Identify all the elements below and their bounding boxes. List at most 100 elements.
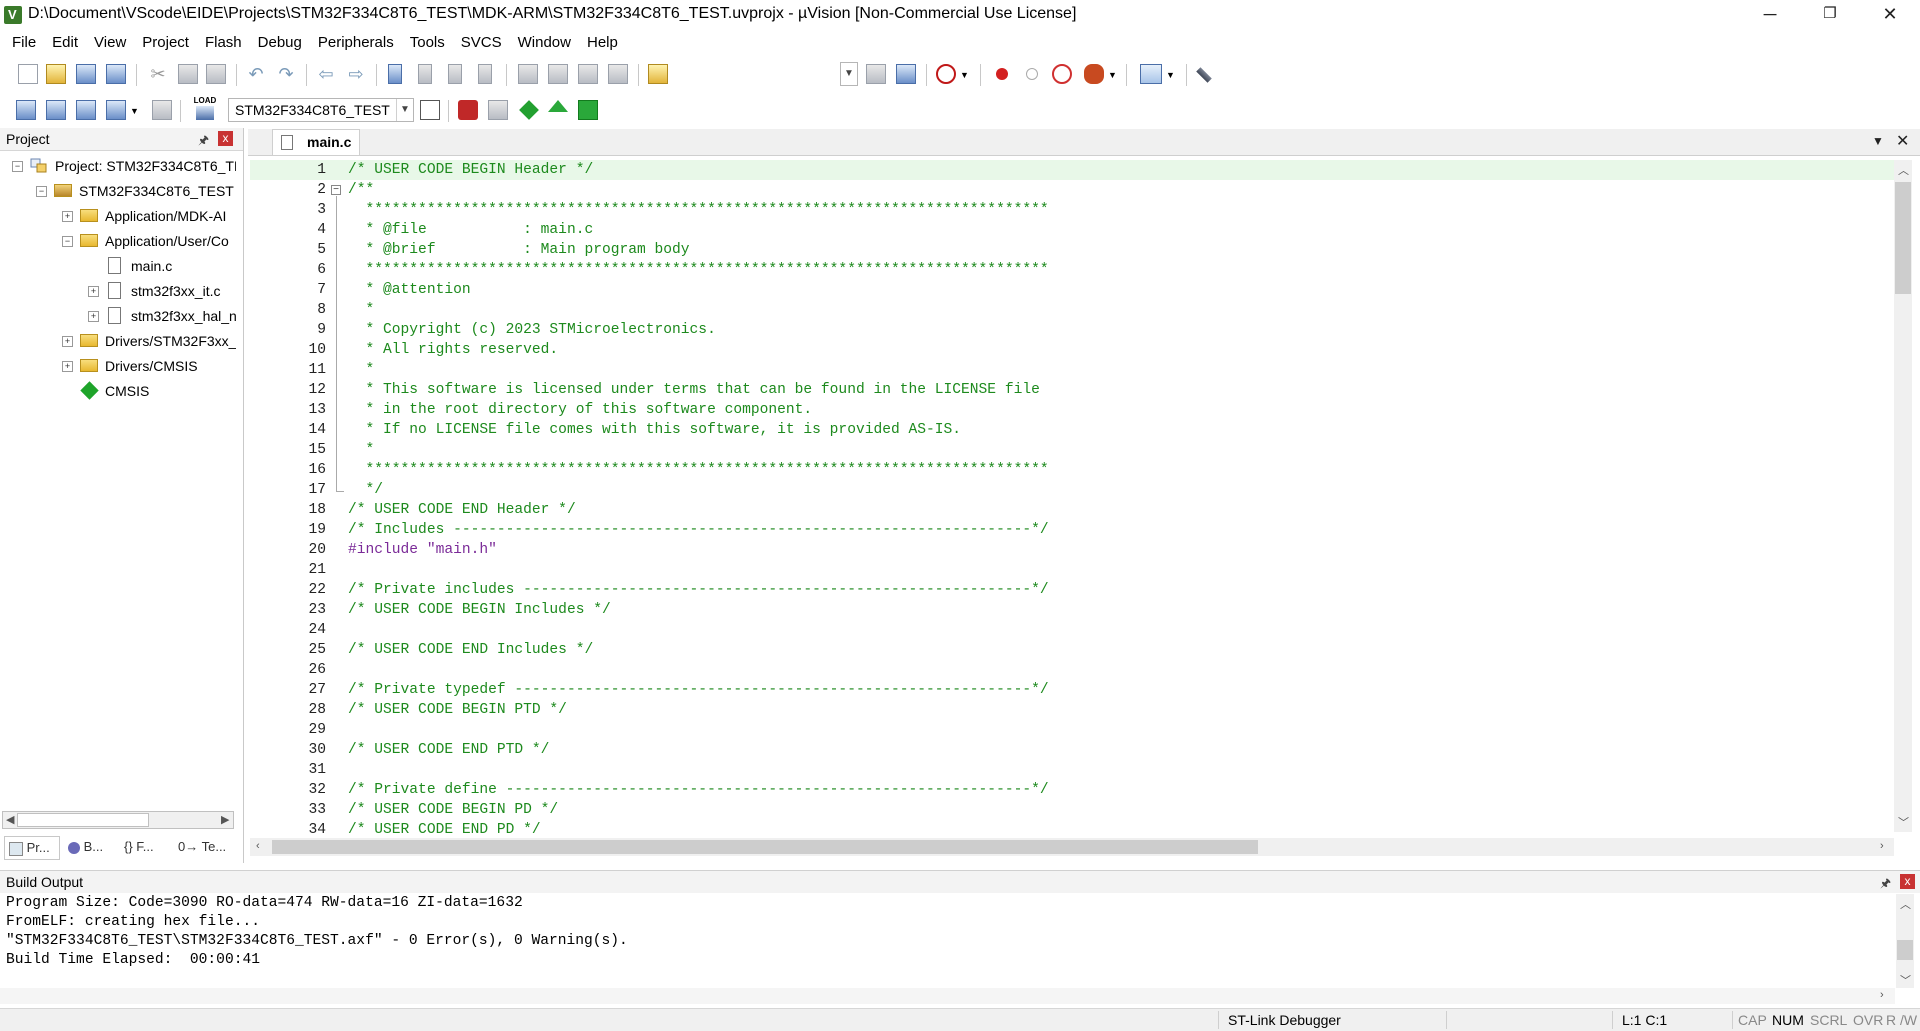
- enable-breakpoint-icon[interactable]: [1026, 68, 1038, 80]
- menu-svcs[interactable]: SVCS: [453, 32, 510, 54]
- expand-icon[interactable]: +: [62, 361, 73, 372]
- select-software-packs-icon[interactable]: [548, 100, 568, 112]
- pack-installer-icon[interactable]: [578, 100, 598, 120]
- fold-collapse-icon[interactable]: −: [331, 185, 341, 195]
- save-icon[interactable]: [76, 64, 96, 84]
- scroll-left-icon[interactable]: ‹: [256, 840, 260, 852]
- tab-books[interactable]: B...: [66, 836, 122, 860]
- tab-main-c[interactable]: main.c: [272, 129, 360, 155]
- expand-icon[interactable]: +: [88, 311, 99, 322]
- window-layout-icon[interactable]: [1140, 64, 1162, 84]
- pin-icon[interactable]: 🖈: [198, 131, 209, 152]
- scroll-down-icon[interactable]: ﹀: [1898, 814, 1909, 830]
- scroll-down-icon[interactable]: ﹀: [1900, 972, 1911, 988]
- multi-project-icon[interactable]: [488, 100, 508, 120]
- bookmark-icon[interactable]: [388, 64, 402, 84]
- minimize-button[interactable]: ─: [1740, 0, 1800, 30]
- stop-build-icon[interactable]: [152, 100, 172, 120]
- rebuild-icon[interactable]: [76, 100, 96, 120]
- find-combo[interactable]: ▼: [650, 62, 858, 86]
- redo-icon[interactable]: ↷: [276, 64, 296, 84]
- build-icon[interactable]: [46, 100, 66, 120]
- tab-templates[interactable]: 0→ Te...: [178, 836, 238, 860]
- tree-item[interactable]: + Application/MDK-AI: [0, 206, 236, 226]
- batch-dropdown-icon[interactable]: ▼: [130, 106, 150, 126]
- tree-item[interactable]: − Project: STM32F334C8T6_TE:: [0, 156, 236, 176]
- tree-item[interactable]: − STM32F334C8T6_TEST: [0, 181, 236, 201]
- scrollbar-thumb[interactable]: [17, 813, 149, 827]
- collapse-icon[interactable]: −: [62, 236, 73, 247]
- menu-help[interactable]: Help: [579, 32, 626, 54]
- configure-wrench-icon[interactable]: [1196, 67, 1212, 83]
- menu-peripherals[interactable]: Peripherals: [310, 32, 402, 54]
- menu-window[interactable]: Window: [510, 32, 579, 54]
- menu-file[interactable]: File: [0, 32, 44, 54]
- next-bookmark-icon[interactable]: [448, 64, 462, 84]
- tree-item[interactable]: CMSIS: [0, 381, 236, 401]
- debug-dropdown-icon[interactable]: ▼: [960, 70, 980, 90]
- build-vertical-thumb[interactable]: [1897, 940, 1913, 960]
- find-icon[interactable]: [866, 64, 886, 84]
- scroll-right-icon[interactable]: ›: [1880, 840, 1884, 852]
- menu-view[interactable]: View: [86, 32, 134, 54]
- translate-icon[interactable]: [16, 100, 36, 120]
- copy-icon[interactable]: [178, 64, 198, 84]
- editor-horizontal-thumb[interactable]: [272, 840, 1258, 854]
- navigate-back-icon[interactable]: ⇦: [316, 64, 336, 84]
- tree-item[interactable]: + stm32f3xx_it.c: [0, 281, 236, 301]
- tree-item[interactable]: + Drivers/STM32F3xx_: [0, 331, 236, 351]
- indent-icon[interactable]: [518, 64, 538, 84]
- comment-icon[interactable]: [578, 64, 598, 84]
- tree-item[interactable]: − Application/User/Co: [0, 231, 236, 251]
- scroll-left-icon[interactable]: ◀: [6, 813, 14, 826]
- build-output-text[interactable]: Program Size: Code=3090 RO-data=474 RW-d…: [0, 894, 1895, 986]
- uncomment-icon[interactable]: [608, 64, 628, 84]
- save-all-icon[interactable]: [106, 64, 126, 84]
- menu-edit[interactable]: Edit: [44, 32, 86, 54]
- paste-icon[interactable]: [206, 64, 226, 84]
- close-editor-icon[interactable]: ✕: [1896, 131, 1909, 151]
- menu-flash[interactable]: Flash: [197, 32, 250, 54]
- expand-icon[interactable]: +: [88, 286, 99, 297]
- target-select[interactable]: STM32F334C8T6_TEST ▼: [228, 98, 414, 122]
- tab-project[interactable]: Pr...: [4, 836, 60, 860]
- collapse-icon[interactable]: −: [12, 161, 23, 172]
- project-horizontal-scrollbar[interactable]: ◀ ▶: [2, 811, 234, 829]
- incremental-find-icon[interactable]: [896, 64, 916, 84]
- unindent-icon[interactable]: [548, 64, 568, 84]
- tab-functions[interactable]: {} F...: [124, 836, 174, 860]
- breakpoints-dropdown-icon[interactable]: ▼: [1108, 70, 1128, 90]
- clear-bookmarks-icon[interactable]: [478, 64, 492, 84]
- chevron-down-icon[interactable]: ▼: [396, 99, 413, 121]
- manage-runtime-icon[interactable]: [519, 100, 539, 120]
- cut-icon[interactable]: ✂: [148, 64, 168, 84]
- tree-item[interactable]: main.c: [0, 256, 236, 276]
- debug-session-icon[interactable]: [936, 64, 956, 84]
- expand-icon[interactable]: +: [62, 211, 73, 222]
- disable-breakpoints-icon[interactable]: [1052, 64, 1072, 84]
- restore-button[interactable]: ❐: [1800, 0, 1860, 30]
- editor-vertical-thumb[interactable]: [1895, 182, 1911, 294]
- window-layout-dropdown-icon[interactable]: ▼: [1166, 70, 1186, 90]
- tree-item[interactable]: + stm32f3xx_hal_n: [0, 306, 236, 326]
- scroll-right-icon[interactable]: ›: [1880, 989, 1884, 1001]
- close-window-button[interactable]: ✕: [1860, 0, 1920, 30]
- tab-list-dropdown-icon[interactable]: ▼: [1872, 134, 1884, 148]
- download-load-icon[interactable]: LOAD: [192, 96, 218, 124]
- scroll-up-icon[interactable]: ︿: [1900, 896, 1911, 912]
- close-panel-icon[interactable]: x: [1900, 874, 1915, 889]
- menu-debug[interactable]: Debug: [250, 32, 310, 54]
- menu-project[interactable]: Project: [134, 32, 197, 54]
- build-horizontal-scrollbar[interactable]: ›: [0, 988, 1895, 1004]
- expand-icon[interactable]: +: [62, 336, 73, 347]
- close-panel-icon[interactable]: x: [218, 131, 233, 146]
- batch-build-icon[interactable]: [106, 100, 126, 120]
- navigate-forward-icon[interactable]: ⇨: [346, 64, 366, 84]
- prev-bookmark-icon[interactable]: [418, 64, 432, 84]
- new-file-icon[interactable]: [18, 64, 38, 84]
- scroll-up-icon[interactable]: ︿: [1898, 162, 1909, 178]
- insert-breakpoint-icon[interactable]: [996, 68, 1008, 80]
- target-options-icon[interactable]: [420, 100, 440, 120]
- pin-icon[interactable]: 🖈: [1880, 874, 1891, 895]
- open-file-icon[interactable]: [46, 64, 66, 84]
